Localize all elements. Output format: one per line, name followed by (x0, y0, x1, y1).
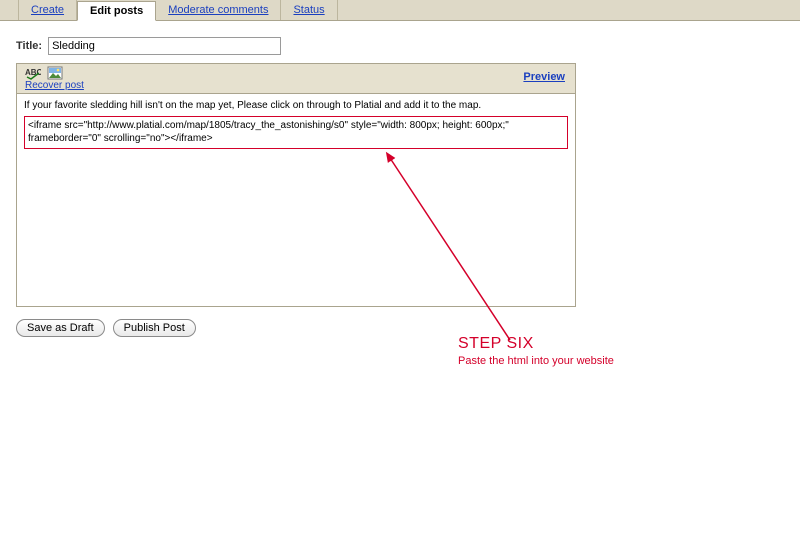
content-area: Title: ABC Recover post Preview If your … (0, 21, 800, 337)
preview-link[interactable]: Preview (523, 71, 565, 83)
button-row: Save as Draft Publish Post (16, 319, 790, 337)
annotation-heading: STEP SIX (458, 335, 614, 353)
pasted-code-text: <iframe src="http://www.platial.com/map/… (28, 120, 509, 145)
editor-intro-text: If your favorite sledding hill isn't on … (24, 99, 568, 113)
editor: ABC Recover post Preview If your favorit… (16, 63, 576, 307)
editor-pane[interactable]: If your favorite sledding hill isn't on … (17, 94, 575, 306)
tab-edit-posts[interactable]: Edit posts (77, 1, 156, 21)
title-input[interactable] (48, 37, 281, 55)
title-label: Title: (16, 40, 42, 52)
recover-post-link[interactable]: Recover post (25, 80, 84, 91)
publish-post-button[interactable]: Publish Post (113, 319, 196, 337)
tab-edit-posts-label: Edit posts (90, 5, 143, 17)
image-icon[interactable] (47, 66, 63, 80)
pasted-code-highlight: <iframe src="http://www.platial.com/map/… (24, 116, 568, 149)
tab-strip: Create Edit posts Moderate comments Stat… (0, 0, 800, 21)
tab-moderate[interactable]: Moderate comments (156, 0, 281, 20)
tab-create-link[interactable]: Create (31, 4, 64, 16)
save-draft-button[interactable]: Save as Draft (16, 319, 105, 337)
title-row: Title: (16, 37, 790, 55)
tab-create[interactable]: Create (18, 0, 77, 20)
tab-status[interactable]: Status (281, 0, 337, 20)
annotation: STEP SIX Paste the html into your websit… (458, 335, 614, 367)
tab-status-link[interactable]: Status (293, 4, 324, 16)
tab-moderate-link[interactable]: Moderate comments (168, 4, 268, 16)
annotation-sub: Paste the html into your website (458, 355, 614, 367)
editor-toolbar: ABC Recover post Preview (17, 64, 575, 94)
spellcheck-icon[interactable]: ABC (25, 66, 41, 80)
